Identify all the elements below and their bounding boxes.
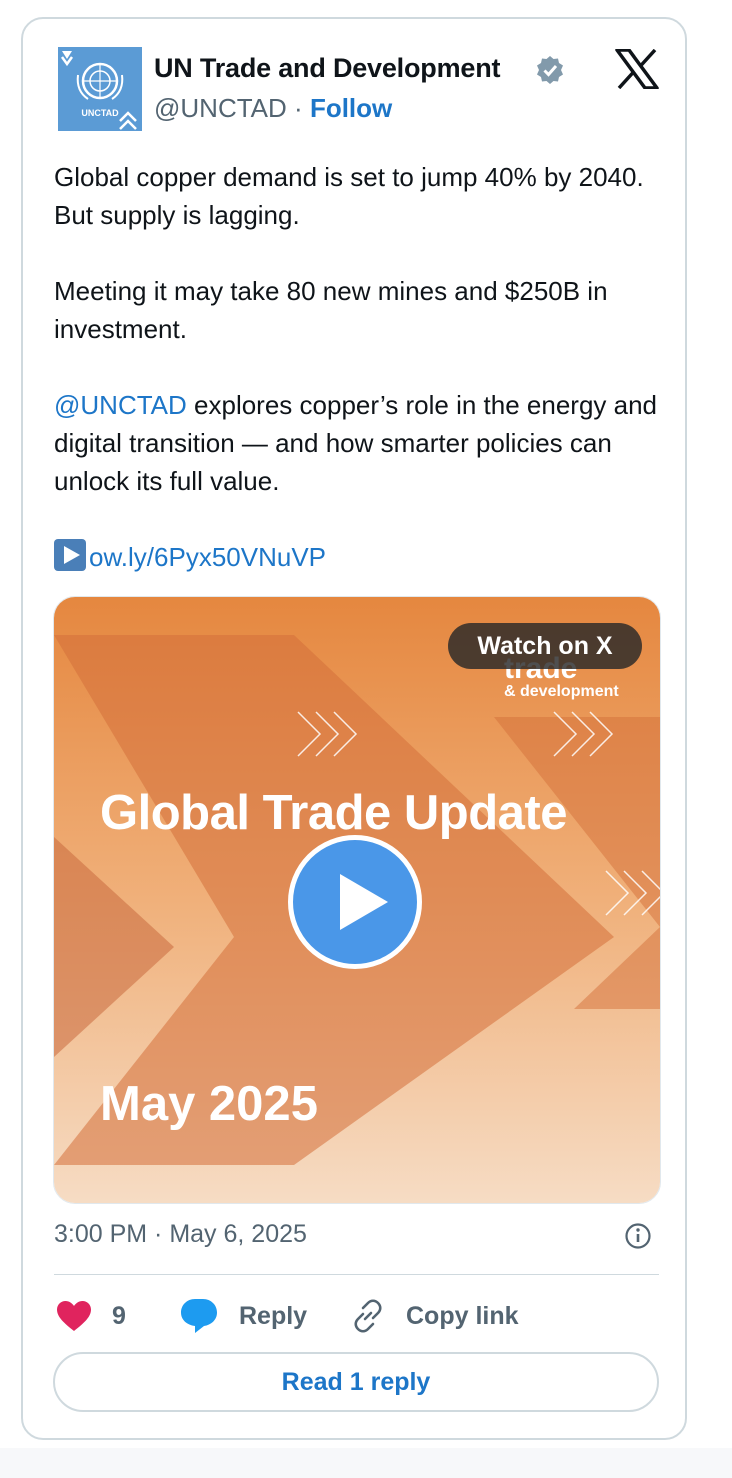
link-icon	[354, 1299, 382, 1333]
read-reply-button[interactable]: Read 1 reply	[53, 1352, 659, 1412]
video-title: Global Trade Update	[100, 786, 567, 840]
play-icon[interactable]	[288, 835, 422, 969]
heart-icon	[57, 1301, 91, 1331]
video-date: May 2025	[100, 1077, 318, 1131]
svg-text:UNCTAD: UNCTAD	[81, 108, 119, 118]
embedded-tweet-card: UNCTAD UN Trade and Development @UNCTAD …	[21, 17, 687, 1440]
handle-row: @UNCTAD · Follow	[154, 93, 392, 124]
reply-label: Reply	[239, 1301, 308, 1330]
handle-separator: ·	[294, 93, 303, 123]
unctad-logo-icon: UNCTAD	[58, 47, 142, 131]
watch-on-x-button[interactable]: Watch on X	[448, 623, 642, 669]
tweet-text: Global copper demand is set to jump 40% …	[54, 158, 664, 576]
tweet-paragraph-3: @UNCTAD explores copper’s role in the en…	[54, 386, 664, 500]
verified-badge-icon	[537, 56, 563, 84]
brand-subtitle: & development	[504, 683, 619, 700]
tweet-paragraph-1: Global copper demand is set to jump 40% …	[54, 162, 644, 230]
avatar[interactable]: UNCTAD	[58, 47, 142, 131]
play-button-emoji-icon	[54, 539, 86, 571]
page-bottom-strip	[0, 1448, 732, 1478]
tweet-link[interactable]: ow.ly/6Pyx50VNuVP	[89, 542, 326, 572]
tweet-link-row: ow.ly/6Pyx50VNuVP	[54, 538, 664, 576]
follow-button[interactable]: Follow	[310, 93, 392, 123]
tweet-paragraph-2: Meeting it may take 80 new mines and $25…	[54, 276, 608, 344]
author-handle[interactable]: @UNCTAD	[154, 93, 287, 123]
copy-link-button[interactable]: Copy link	[350, 1296, 519, 1336]
reply-bubble-icon	[181, 1299, 217, 1333]
like-button[interactable]: 9	[56, 1296, 126, 1336]
reply-button[interactable]: Reply	[179, 1296, 307, 1336]
x-logo-icon[interactable]	[615, 49, 659, 89]
divider	[54, 1274, 659, 1275]
author-name[interactable]: UN Trade and Development	[154, 53, 500, 84]
mention-link[interactable]: @UNCTAD	[54, 390, 187, 420]
like-count: 9	[112, 1301, 126, 1330]
tweet-timestamp[interactable]: 3:00 PM · May 6, 2025	[54, 1220, 307, 1249]
info-icon[interactable]	[624, 1222, 652, 1250]
video-thumbnail[interactable]: trade & development Watch on X Global Tr…	[53, 596, 661, 1204]
copy-link-label: Copy link	[406, 1301, 519, 1330]
